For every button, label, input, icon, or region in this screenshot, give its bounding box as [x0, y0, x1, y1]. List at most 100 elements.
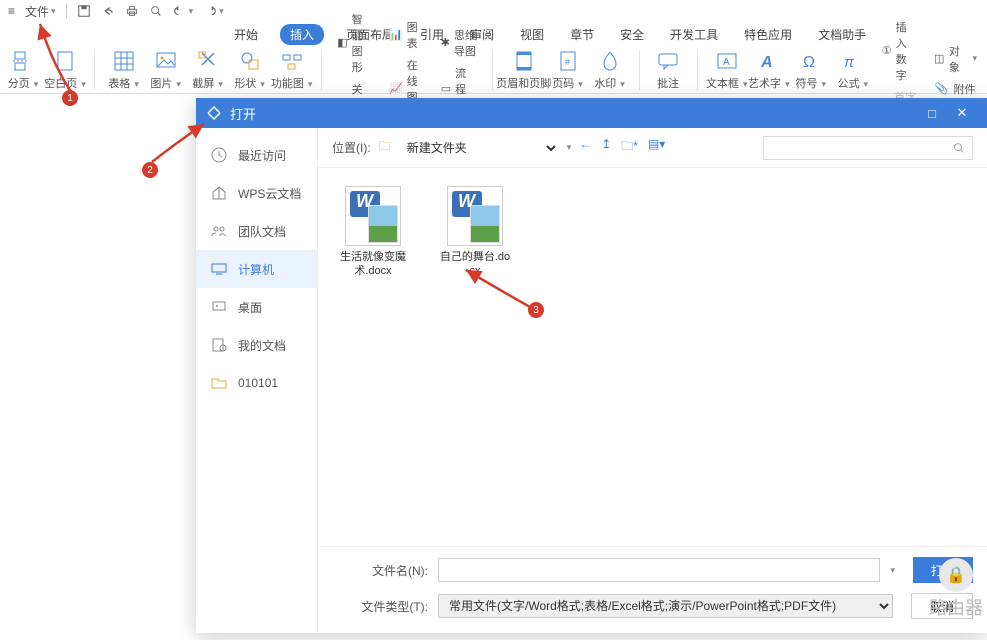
sidebar-item-mydocs[interactable]: 我的文档 [196, 326, 317, 364]
blank-page-button[interactable]: 空白页▾ [48, 49, 82, 91]
up-button[interactable]: ↥ [601, 137, 611, 158]
blank-page-label: 空白页 [44, 78, 77, 90]
screenshot-label: 截屏 [192, 78, 214, 90]
sidebar-item-folder[interactable]: 010101 [196, 364, 317, 402]
watermark-label: 水印 [594, 78, 616, 90]
mindmap-button[interactable]: ✱思维导图 [437, 25, 481, 61]
textbox-icon: A [715, 49, 739, 73]
svg-text:π: π [844, 54, 855, 71]
attachment-button[interactable]: 📎附件 [929, 79, 981, 99]
new-folder-button[interactable]: 🗀* [621, 137, 638, 158]
quick-access-toolbar: ≡ 文件 ▾ ▾ ▾ [0, 0, 987, 22]
symbol-button[interactable]: Ω 符号▾ [794, 49, 828, 91]
save-icon[interactable] [73, 2, 95, 20]
tab-dev-tools[interactable]: 开发工具 [666, 24, 722, 45]
screenshot-icon [196, 49, 220, 73]
chevron-down-icon[interactable]: ▾ [890, 565, 895, 576]
chart-button[interactable]: 📊图表 [385, 17, 429, 53]
tab-security[interactable]: 安全 [616, 24, 648, 45]
object-label: 对象 [949, 43, 965, 75]
insert-number-icon: ① [882, 43, 892, 59]
file-name: 生活就像变魔术.docx [336, 250, 410, 279]
header-footer-button[interactable]: 页眉和页脚 [505, 49, 542, 91]
search-input[interactable] [770, 141, 952, 155]
desktop-icon [210, 298, 228, 316]
sidebar-item-team[interactable]: 团队文档 [196, 212, 317, 250]
location-label: 位置(I): [332, 139, 371, 156]
tab-start[interactable]: 开始 [230, 24, 262, 45]
filename-input[interactable] [438, 558, 880, 582]
ribbon-tabs: 开始 插入 页面布局 引用 审阅 视图 章节 安全 开发工具 特色应用 文档助手 [0, 22, 987, 46]
undo-dropdown[interactable]: ▾ [169, 2, 198, 20]
equation-button[interactable]: π 公式▾ [836, 49, 870, 91]
tab-apps[interactable]: 特色应用 [740, 24, 796, 45]
shapes-button[interactable]: 形状▾ [233, 49, 267, 91]
sidebar-item-recent[interactable]: 最近访问 [196, 136, 317, 174]
screenshot-button[interactable]: 截屏▾ [191, 49, 225, 91]
object-button[interactable]: ◫对象▾ [929, 41, 981, 77]
dialog-titlebar: 打开 □ ✕ [196, 98, 987, 128]
print-icon[interactable] [121, 2, 143, 20]
chevron-down-icon: ▾ [51, 6, 56, 17]
comment-button[interactable]: 批注 [651, 49, 685, 91]
sidebar-item-computer[interactable]: 计算机 [196, 250, 317, 288]
tab-insert[interactable]: 插入 [280, 24, 324, 45]
sidebar-item-label: 最近访问 [238, 147, 286, 164]
textbox-label: 文本框 [706, 78, 739, 90]
location-select[interactable]: 新建文件夹 [399, 138, 559, 158]
view-button[interactable]: ▤▾ [648, 137, 665, 158]
picture-label: 图片 [150, 78, 172, 90]
back-button[interactable]: ← [579, 137, 591, 158]
close-button[interactable]: ✕ [947, 105, 977, 121]
search-box[interactable] [763, 136, 973, 160]
textbox-button[interactable]: A 文本框▾ [710, 49, 744, 91]
wordart-button[interactable]: A 艺术字▾ [752, 49, 786, 91]
symbol-label: 符号 [795, 78, 817, 90]
separator [492, 50, 493, 90]
smartart-icon [280, 49, 304, 73]
undo-icon[interactable] [97, 2, 119, 20]
file-item[interactable]: 自己的舞台.docx [438, 186, 512, 279]
smartart-button[interactable]: 功能图▾ [275, 49, 309, 91]
equation-label: 公式 [837, 78, 859, 90]
smart-graphic-button[interactable]: ◧智能图形 [333, 9, 377, 77]
file-menu[interactable]: 文件 ▾ [21, 1, 60, 22]
smartart-label: 功能图 [271, 78, 304, 90]
file-item[interactable]: 生活就像变魔术.docx [336, 186, 410, 279]
flowchart-icon: ▭ [441, 81, 451, 97]
word-doc-icon [447, 186, 503, 246]
svg-text:A: A [723, 57, 730, 68]
dialog-main: 位置(I): 🗀 新建文件夹 ▾ ← ↥ 🗀* ▤▾ [318, 128, 987, 633]
smart-graphic-icon: ◧ [337, 35, 347, 51]
sidebar-item-cloud[interactable]: WPS云文档 [196, 174, 317, 212]
cloud-icon [210, 184, 228, 202]
open-dialog: 打开 □ ✕ 最近访问 WPS云文档 团队文档 计算机 [196, 98, 987, 633]
chevron-down-icon: ▾ [189, 6, 194, 17]
wordart-icon: A [757, 49, 781, 73]
maximize-button[interactable]: □ [917, 106, 947, 121]
filetype-select[interactable]: 常用文件(文字/Word格式;表格/Excel格式;演示/PowerPoint格… [438, 594, 893, 618]
print-preview-icon[interactable] [145, 2, 167, 20]
insert-number-button[interactable]: ①插入数字 [878, 17, 922, 85]
page-number-button[interactable]: # 页码▾ [551, 49, 585, 91]
page-break-button[interactable]: 分页▾ [6, 49, 40, 91]
svg-text:A: A [760, 54, 773, 71]
search-icon[interactable] [952, 141, 966, 155]
mydocs-icon [210, 336, 228, 354]
picture-icon [154, 49, 178, 73]
watermark-button[interactable]: 水印▾ [593, 49, 627, 91]
watermark-icon: 🔒 [939, 558, 973, 592]
mindmap-icon: ✱ [441, 35, 450, 51]
chart-label: 图表 [407, 19, 425, 51]
redo-dropdown[interactable]: ▾ [199, 2, 228, 20]
location-bar: 位置(I): 🗀 新建文件夹 ▾ ← ↥ 🗀* ▤▾ [318, 128, 987, 168]
sidebar-item-desktop[interactable]: 桌面 [196, 288, 317, 326]
tab-chapter[interactable]: 章节 [566, 24, 598, 45]
tab-doc-assistant[interactable]: 文档助手 [814, 24, 870, 45]
table-button[interactable]: 表格▾ [107, 49, 141, 91]
watermark-icon [598, 49, 622, 73]
tab-view[interactable]: 视图 [516, 24, 548, 45]
menu-button[interactable]: ≡ [4, 2, 19, 20]
picture-button[interactable]: 图片▾ [149, 49, 183, 91]
dialog-bottom-bar: 文件名(N): ▾ 打开 文件类型(T): 常用文件(文字/Word格式;表格/… [318, 546, 987, 633]
